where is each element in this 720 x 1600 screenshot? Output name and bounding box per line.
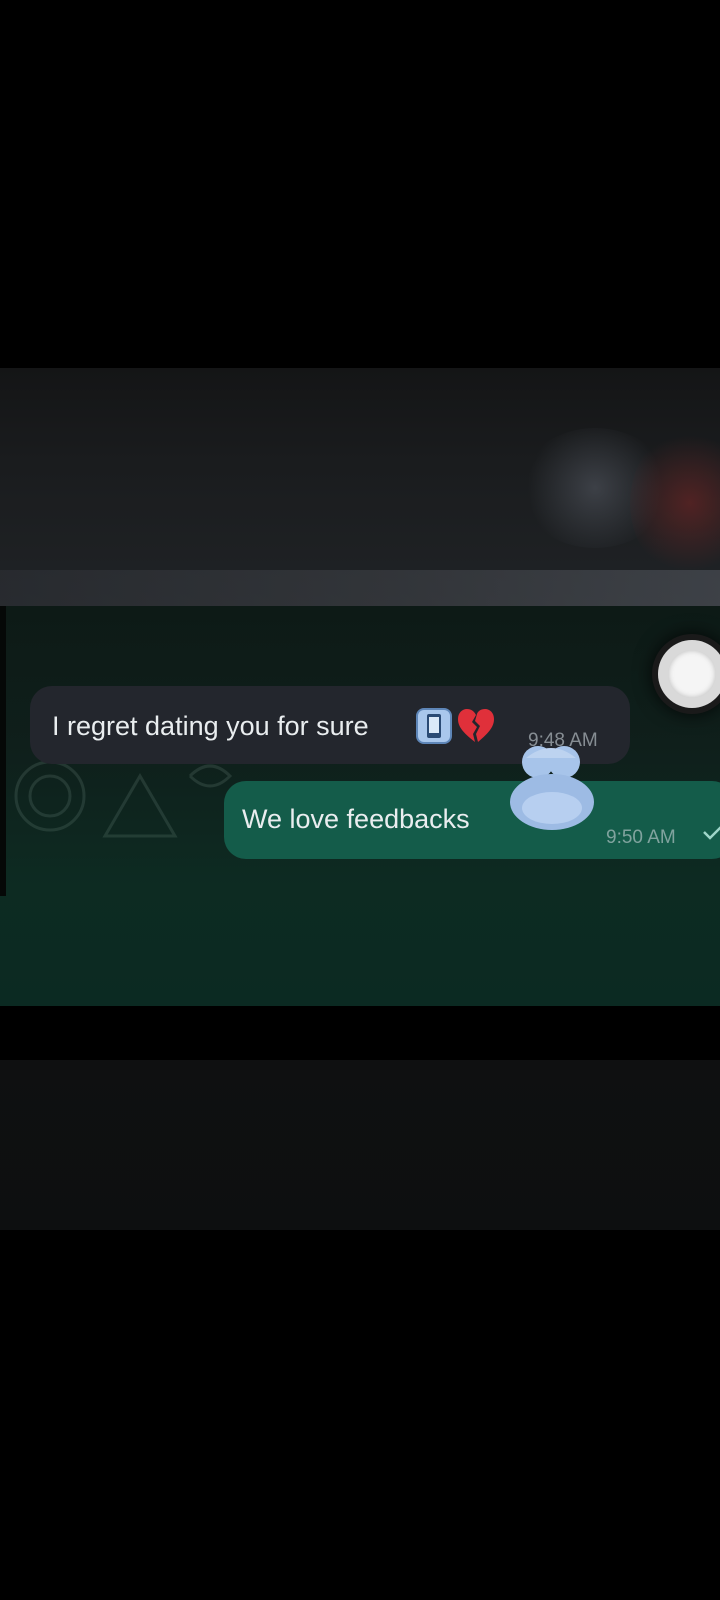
incoming-message-text: I regret dating you for sure [52,711,369,741]
floating-record-button[interactable] [652,634,720,714]
record-button-core [668,650,716,698]
record-button-ring-icon [658,640,720,708]
check-icon [703,826,720,840]
outgoing-message-time: 9:50 AM [606,827,676,848]
broken-heart-emoji-icon [458,709,494,742]
blurred-header-strip [0,570,720,608]
chat-conversation[interactable]: I regret dating you for sure 9:48 AM We … [0,606,720,1006]
blurred-header-band [0,368,720,608]
screen-edge [0,606,6,896]
mobile-phone-emoji-icon [416,708,452,744]
hugging-couple-sticker-icon [510,746,594,830]
outgoing-message-bubble[interactable]: We love feedbacks 9:50 AM [224,781,720,859]
blurred-footer-band [0,1060,720,1230]
outgoing-message-text: We love feedbacks [242,804,470,834]
